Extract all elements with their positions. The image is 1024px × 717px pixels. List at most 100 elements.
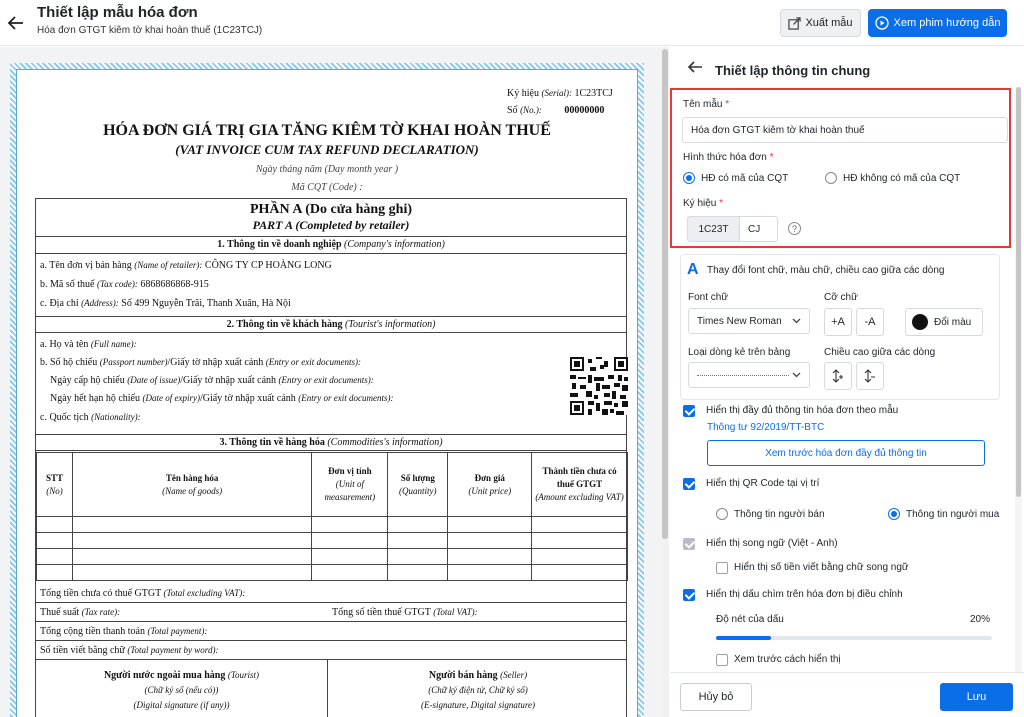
invoice-frame: PHẦN A (Do cửa hàng ghi) PART A (Complet… <box>35 198 628 717</box>
change-color-button[interactable]: Đổi màu <box>905 308 983 336</box>
chevron-down-icon <box>792 372 801 378</box>
col-goods-name: Tên hàng hóa (Name of goods) <box>71 452 313 517</box>
chevron-down-icon <box>792 318 801 324</box>
radio-qr-buyer[interactable]: Thông tin người mua <box>888 508 999 520</box>
panel-back-arrow-icon[interactable] <box>686 59 704 75</box>
table-row <box>36 564 628 581</box>
col-stt: STT (No) <box>36 452 73 517</box>
circular-link[interactable]: Thông tư 92/2019/TT-BTC <box>707 422 824 433</box>
invoice-number-value: 00000000 <box>564 105 605 116</box>
back-arrow-icon[interactable] <box>6 13 26 33</box>
save-button[interactable]: Lưu <box>940 683 1013 711</box>
line-height-decrease-icon <box>864 369 875 383</box>
font-increase-icon: +A <box>831 316 845 328</box>
preview-display-checkbox[interactable] <box>716 654 728 666</box>
font-size-label: Cỡ chữ <box>824 292 858 303</box>
radio-with-tax-code[interactable]: HĐ có mã của CQT <box>683 172 788 184</box>
symbol-prefix: 1C23T <box>687 216 740 242</box>
help-icon[interactable]: ? <box>788 222 801 235</box>
section-tourist-header: 2. Thông tin về khách hàng (Tourist's in… <box>36 316 626 333</box>
line-height-increase-icon <box>832 369 843 383</box>
invoice-title: HÓA ĐƠN GIÁ TRỊ GIA TĂNG KIÊM TỜ KHAI HO… <box>103 122 551 139</box>
panel-footer: Hủy bỏ Lưu <box>670 672 1024 717</box>
show-full-info-checkbox[interactable] <box>683 405 695 417</box>
increase-line-height-button[interactable] <box>824 362 852 390</box>
cancel-button[interactable]: Hủy bỏ <box>680 683 752 711</box>
show-full-info-label: Hiển thị đầy đủ thông tin hóa đơn theo m… <box>706 405 899 416</box>
col-unit: Đơn vị tính (Unit of measurement) <box>311 452 389 517</box>
page-title: Thiết lập mẫu hóa đơn <box>37 4 198 21</box>
table-row <box>36 532 628 549</box>
goods-table-header: STT (No) Tên hàng hóa (Name of goods) Đơn … <box>36 452 628 517</box>
invoice-cqt-line: Mã CQT (Code) : <box>291 182 363 193</box>
fullname-line: a. Họ và tên (Full name): <box>40 339 137 350</box>
font-select[interactable]: Times New Roman <box>688 308 810 334</box>
col-quantity: Số lượng (Quantity) <box>387 452 449 517</box>
export-template-button[interactable]: Xuất mẫu <box>780 9 861 37</box>
symbol-input[interactable]: CJ <box>740 216 778 242</box>
sharpness-slider[interactable] <box>716 636 992 640</box>
table-row <box>36 548 628 565</box>
line-type-label: Loại dòng kẻ trên bảng <box>688 347 791 358</box>
preview-full-invoice-button[interactable]: Xem trước hóa đơn đầy đủ thông tin <box>707 440 985 466</box>
color-swatch-icon <box>912 314 928 330</box>
font-a-icon: A <box>687 261 699 278</box>
watermark-checkbox[interactable] <box>683 589 695 601</box>
taxcode-line: b. Mã số thuế (Tax code): 6868686868-915 <box>40 279 209 290</box>
font-settings-box: A Thay đổi font chữ, màu chữ, chiều cao … <box>680 254 1000 400</box>
template-name-input[interactable]: Hóa đơn GTGT kiêm tờ khai hoàn thuế <box>682 117 1008 143</box>
section-company-header: 1. Thông tin về doanh nghiệp (Company's … <box>36 237 626 254</box>
section-goods-header: 3. Thông tin về hàng hóa (Commodities's … <box>36 434 626 451</box>
radio-empty-icon <box>716 508 728 520</box>
show-qr-label: Hiển thị QR Code tại vị trí <box>706 478 820 489</box>
preview-scrollbar[interactable] <box>661 47 669 717</box>
increase-font-button[interactable]: +A <box>824 308 852 336</box>
template-name-label: Tên mẫu * <box>683 99 730 110</box>
col-unit-price: Đơn giá (Unit price) <box>447 452 533 517</box>
invoice-serial-block: Ký hiệu (Serial): 1C23TCJ Số (No.): 0000… <box>507 88 613 116</box>
preview-scrollbar-thumb[interactable] <box>662 49 668 539</box>
table-row <box>36 516 628 533</box>
total-excluding-line: Tổng tiền chưa có thuế GTGT (Total exclu… <box>36 584 626 603</box>
symbol-label: Ký hiệu * <box>683 198 724 209</box>
font-section-title: Thay đổi font chữ, màu chữ, chiều cao gi… <box>707 265 945 276</box>
invoice-preview-area: Ký hiệu (Serial): 1C23TCJ Số (No.): 0000… <box>0 47 661 717</box>
font-label: Font chữ <box>688 292 729 303</box>
font-decrease-icon: -A <box>864 316 876 328</box>
dotted-line-preview <box>697 374 789 376</box>
preview-display-label: Xem trước cách hiển thị <box>734 654 841 665</box>
issue-date-line: Ngày cấp hộ chiếu (Date of issue)/Giấy t… <box>50 375 374 386</box>
sharpness-label: Độ nét của dấu <box>716 614 784 625</box>
line-type-select[interactable] <box>688 362 810 388</box>
radio-qr-seller[interactable]: Thông tin người bán <box>716 508 825 520</box>
radio-without-tax-code[interactable]: HĐ không có mã của CQT <box>825 172 960 184</box>
radio-selected-icon <box>888 508 900 520</box>
bilingual-label: Hiển thị song ngữ (Việt - Anh) <box>706 538 838 549</box>
radio-selected-icon <box>683 172 695 184</box>
sharpness-slider-fill <box>716 636 772 640</box>
decrease-line-height-button[interactable] <box>856 362 884 390</box>
seller-signature-block: Người bán hàng (Seller) (Chữ ký điện tử,… <box>420 670 536 710</box>
part-a-header: PHẦN A (Do cửa hàng ghi) PART A (Complet… <box>36 199 626 237</box>
nationality-line: c. Quốc tịch (Nationality): <box>40 412 141 423</box>
sharpness-value: 20% <box>970 614 991 625</box>
page-subtitle: Hóa đơn GTGT kiêm tờ khai hoàn thuế (1C2… <box>37 25 263 36</box>
panel-scrollbar[interactable] <box>1015 87 1022 672</box>
bilingual-checkbox <box>683 538 695 550</box>
goods-table: STT (No) Tên hàng hóa (Name of goods) Đơn … <box>36 452 628 581</box>
show-qr-checkbox[interactable] <box>683 478 695 490</box>
watch-guide-button[interactable]: Xem phim hướng dẫn <box>868 9 1007 37</box>
qr-code-image <box>570 357 628 415</box>
export-label: Xuất mẫu <box>805 17 853 29</box>
retailer-line: a. Tên đơn vị bán hàng (Name of retailer… <box>40 260 332 271</box>
invoice-form-label: Hình thức hóa đơn * <box>683 152 774 163</box>
watermark-label: Hiển thị dấu chìm trên hóa đơn bị điều c… <box>706 589 903 600</box>
decrease-font-button[interactable]: -A <box>856 308 884 336</box>
invoice-paper: Ký hiệu (Serial): 1C23TCJ Số (No.): 0000… <box>10 63 644 717</box>
panel-title: Thiết lập thông tin chung <box>715 63 871 78</box>
radio-empty-icon <box>825 172 837 184</box>
guide-label: Xem phim hướng dẫn <box>893 17 1001 29</box>
export-icon <box>788 16 802 30</box>
bilingual-amount-checkbox[interactable] <box>716 562 728 574</box>
panel-scrollbar-thumb[interactable] <box>1016 87 1021 497</box>
